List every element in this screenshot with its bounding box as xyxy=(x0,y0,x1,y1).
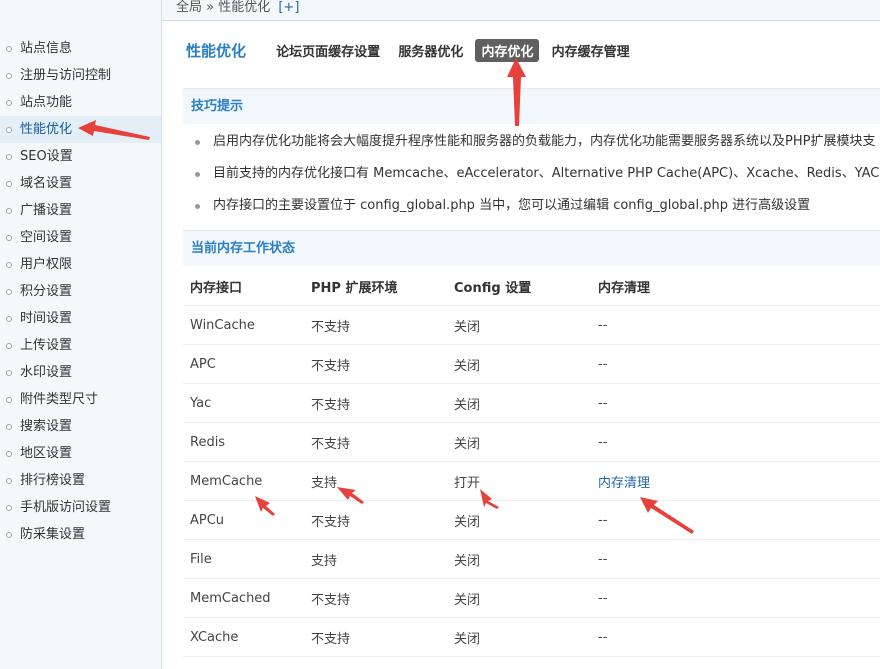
cell-config: 关闭 xyxy=(447,578,591,618)
tips-list: 启用内存优化功能将会大幅度提升程序性能和服务器的负载能力，内存优化功能需要服务器… xyxy=(191,126,880,222)
cell-config: 关闭 xyxy=(447,539,591,579)
column-header-interface: 内存接口 xyxy=(183,267,304,306)
table-row: WinCache 不支持 关闭 -- xyxy=(183,305,880,345)
cell-php-extension: 不支持 xyxy=(304,500,447,540)
cell-interface: APC xyxy=(183,344,304,384)
sidebar-item[interactable]: 附件类型尺寸 xyxy=(0,386,161,413)
cell-clean: -- xyxy=(591,617,880,657)
tab-forum-page-cache[interactable]: 论坛页面缓存设置 xyxy=(270,39,386,62)
cell-clean: -- xyxy=(591,305,880,345)
sidebar-item[interactable]: 水印设置 xyxy=(0,359,161,386)
cell-config: 关闭 xyxy=(447,305,591,345)
column-header-php-extension: PHP 扩展环境 xyxy=(304,267,447,306)
sidebar-item[interactable]: 地区设置 xyxy=(0,440,161,467)
cell-config: 打开 xyxy=(447,461,591,501)
table-row: Yac 不支持 关闭 -- xyxy=(183,383,880,423)
tip-item: 目前支持的内存优化接口有 Memcache、eAccelerator、Alter… xyxy=(191,158,880,190)
cell-interface: File xyxy=(183,539,304,579)
sidebar-nav: 站点信息 注册与访问控制 站点功能 性能优化 SEO设置 域名设置 广播设置 空间设置 用户权限… xyxy=(0,0,162,669)
sidebar-item[interactable]: 排行榜设置 xyxy=(0,467,161,494)
sidebar-item[interactable]: 站点信息 xyxy=(0,35,161,62)
sidebar-list: 站点信息 注册与访问控制 站点功能 性能优化 SEO设置 域名设置 广播设置 空间设置 用户权限… xyxy=(0,35,161,548)
tab-server-optimization[interactable]: 服务器优化 xyxy=(392,39,469,62)
sidebar-item[interactable]: 空间设置 xyxy=(0,224,161,251)
status-heading: 当前内存工作状态 xyxy=(183,230,880,266)
cell-interface: XCache xyxy=(183,617,304,657)
cell-php-extension: 不支持 xyxy=(304,617,447,657)
cell-php-extension: 不支持 xyxy=(304,383,447,423)
sidebar-item[interactable]: 时间设置 xyxy=(0,305,161,332)
sidebar-item[interactable]: 搜索设置 xyxy=(0,413,161,440)
tip-item: 内存接口的主要设置位于 config_global.php 当中，您可以通过编辑… xyxy=(191,190,880,222)
cell-php-extension: 不支持 xyxy=(304,305,447,345)
cell-clean: -- xyxy=(591,539,880,579)
table-row: File 支持 关闭 -- xyxy=(183,539,880,579)
cell-config: 关闭 xyxy=(447,344,591,384)
cell-config: 关闭 xyxy=(447,500,591,540)
tips-heading: 技巧提示 xyxy=(183,88,880,124)
cell-interface: WinCache xyxy=(183,305,304,345)
main-content: 性能优化 论坛页面缓存设置 服务器优化 内存优化 内存缓存管理 技巧提示 启用内… xyxy=(162,21,880,669)
cell-config: 关闭 xyxy=(447,617,591,657)
clean-memory-link[interactable]: 内存清理 xyxy=(598,476,650,491)
cell-interface: Yac xyxy=(183,383,304,423)
cell-interface: MemCached xyxy=(183,578,304,618)
sidebar-item[interactable]: 广播设置 xyxy=(0,197,161,224)
column-header-clean: 内存清理 xyxy=(591,267,880,306)
cell-clean: -- xyxy=(591,383,880,423)
column-header-config: Config 设置 xyxy=(447,267,591,306)
cell-clean: -- xyxy=(591,344,880,384)
table-row: APCu 不支持 关闭 -- xyxy=(183,500,880,540)
cell-php-extension: 支持 xyxy=(304,461,447,501)
cell-config: 关闭 xyxy=(447,383,591,423)
sidebar-item[interactable]: 上传设置 xyxy=(0,332,161,359)
sidebar-item[interactable]: SEO设置 xyxy=(0,143,161,170)
add-shortcut-link[interactable]: [+] xyxy=(278,0,299,15)
table-row: XCache 不支持 关闭 -- xyxy=(183,617,880,657)
memory-status-table: 内存接口 PHP 扩展环境 Config 设置 内存清理 WinCache 不支持… xyxy=(183,267,880,657)
cell-config: 关闭 xyxy=(447,422,591,462)
table-row: APC 不支持 关闭 -- xyxy=(183,344,880,384)
cell-clean: -- xyxy=(591,500,880,540)
cell-php-extension: 支持 xyxy=(304,539,447,579)
sidebar-item[interactable]: 注册与访问控制 xyxy=(0,62,161,89)
cell-php-extension: 不支持 xyxy=(304,578,447,618)
cell-interface: Redis xyxy=(183,422,304,462)
sidebar-item[interactable]: 手机版访问设置 xyxy=(0,494,161,521)
table-header-row: 内存接口 PHP 扩展环境 Config 设置 内存清理 xyxy=(183,267,880,306)
table-row: Redis 不支持 关闭 -- xyxy=(183,422,880,462)
tip-item: 启用内存优化功能将会大幅度提升程序性能和服务器的负载能力，内存优化功能需要服务器… xyxy=(191,126,880,158)
cell-php-extension: 不支持 xyxy=(304,344,447,384)
sidebar-item[interactable]: 防采集设置 xyxy=(0,521,161,548)
sidebar-item[interactable]: 用户权限 xyxy=(0,251,161,278)
cell-clean: 内存清理 xyxy=(591,461,880,501)
table-row: MemCached 不支持 关闭 -- xyxy=(183,578,880,618)
page-title: 性能优化 xyxy=(186,42,247,60)
sidebar-item[interactable]: 域名设置 xyxy=(0,170,161,197)
tab-memory-optimization[interactable]: 内存优化 xyxy=(475,39,540,62)
cell-php-extension: 不支持 xyxy=(304,422,447,462)
breadcrumb-text: 全局 » 性能优化 xyxy=(176,0,271,15)
sidebar-item[interactable]: 站点功能 xyxy=(0,89,161,116)
cell-interface: MemCache xyxy=(183,461,304,501)
breadcrumb-bar: 全局 » 性能优化 [+] xyxy=(162,0,880,21)
breadcrumb: 全局 » 性能优化 [+] xyxy=(176,0,299,15)
cell-clean: -- xyxy=(591,578,880,618)
sidebar-item[interactable]: 积分设置 xyxy=(0,278,161,305)
cell-interface: APCu xyxy=(183,500,304,540)
cell-clean: -- xyxy=(591,422,880,462)
tab-bar: 性能优化 论坛页面缓存设置 服务器优化 内存优化 内存缓存管理 xyxy=(186,39,638,63)
tab-memory-cache-management[interactable]: 内存缓存管理 xyxy=(546,39,636,62)
table-row: MemCache 支持 打开 内存清理 xyxy=(183,461,880,501)
sidebar-item[interactable]: 性能优化 xyxy=(0,116,161,143)
